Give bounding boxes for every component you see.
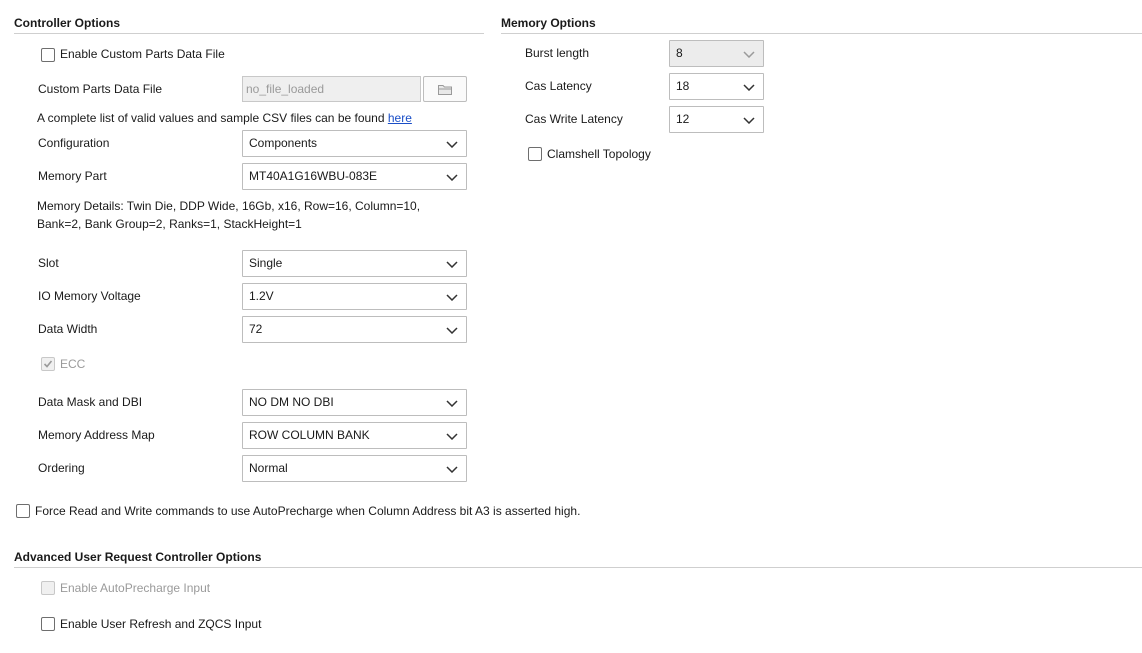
chevron-down-icon (446, 327, 458, 334)
data-width-value: 72 (249, 322, 263, 336)
chevron-down-icon (446, 400, 458, 407)
io-voltage-value: 1.2V (249, 289, 274, 303)
ordering-select[interactable]: Normal (242, 455, 467, 482)
force-autoprecharge-label: Force Read and Write commands to use Aut… (35, 504, 581, 518)
memory-part-label: Memory Part (38, 169, 107, 183)
controller-options-title: Controller Options (14, 16, 120, 30)
folder-icon (438, 85, 452, 95)
enable-custom-parts-checkbox[interactable] (41, 48, 55, 62)
chevron-down-icon (743, 117, 755, 124)
ordering-label: Ordering (38, 461, 85, 475)
cas-latency-select[interactable]: 18 (669, 73, 764, 100)
cas-write-latency-value: 12 (676, 112, 690, 126)
slot-label: Slot (38, 256, 59, 270)
chevron-down-icon (743, 84, 755, 91)
csv-info-label: A complete list of valid values and samp… (37, 111, 388, 125)
configuration-select[interactable]: Components (242, 130, 467, 157)
custom-parts-label: Custom Parts Data File (38, 82, 163, 96)
clamshell-label: Clamshell Topology (547, 147, 651, 161)
ecc-checkbox (41, 357, 55, 371)
ecc-label: ECC (60, 357, 86, 371)
enable-refresh-checkbox[interactable] (41, 617, 55, 631)
browse-button[interactable] (423, 76, 467, 102)
ordering-value: Normal (249, 461, 288, 475)
enable-refresh-label: Enable User Refresh and ZQCS Input (60, 617, 262, 631)
data-width-label: Data Width (38, 322, 98, 336)
address-map-select[interactable]: ROW COLUMN BANK (242, 422, 467, 449)
configuration-label: Configuration (38, 136, 110, 150)
force-autoprecharge-checkbox[interactable] (16, 504, 30, 518)
enable-custom-parts-label: Enable Custom Parts Data File (60, 47, 225, 61)
memory-details-line2: Bank=2, Bank Group=2, Ranks=1, StackHeig… (37, 217, 302, 231)
chevron-down-icon (446, 174, 458, 181)
enable-autoprecharge-label: Enable AutoPrecharge Input (60, 581, 211, 595)
chevron-down-icon (446, 294, 458, 301)
clamshell-checkbox[interactable] (528, 147, 542, 161)
chevron-down-icon (446, 261, 458, 268)
data-mask-select[interactable]: NO DM NO DBI (242, 389, 467, 416)
slot-select[interactable]: Single (242, 250, 467, 277)
csv-info-text: A complete list of valid values and samp… (37, 111, 412, 125)
chevron-down-icon (446, 466, 458, 473)
chevron-down-icon (743, 51, 755, 58)
memory-options-divider (501, 33, 1142, 34)
burst-length-value: 8 (676, 46, 683, 60)
check-icon (43, 360, 53, 368)
advanced-options-divider (14, 567, 1142, 568)
io-voltage-label: IO Memory Voltage (38, 289, 141, 303)
cas-latency-label: Cas Latency (525, 79, 592, 93)
csv-info-link[interactable]: here (388, 111, 412, 125)
custom-parts-file-field[interactable]: no_file_loaded (242, 76, 421, 102)
memory-options-title: Memory Options (501, 16, 596, 30)
address-map-label: Memory Address Map (38, 428, 155, 442)
memory-part-select[interactable]: MT40A1G16WBU-083E (242, 163, 467, 190)
slot-value: Single (249, 256, 283, 270)
burst-length-label: Burst length (525, 46, 590, 60)
data-mask-value: NO DM NO DBI (249, 395, 334, 409)
enable-autoprecharge-checkbox (41, 581, 55, 595)
memory-details: Memory Details: Twin Die, DDP Wide, 16Gb… (37, 197, 420, 233)
controller-options-divider (14, 33, 484, 34)
cas-write-latency-label: Cas Write Latency (525, 112, 623, 126)
data-width-select[interactable]: 72 (242, 316, 467, 343)
configuration-value: Components (249, 136, 318, 150)
memory-details-line1: Memory Details: Twin Die, DDP Wide, 16Gb… (37, 199, 421, 213)
advanced-options-title: Advanced User Request Controller Options (14, 550, 262, 564)
chevron-down-icon (446, 433, 458, 440)
chevron-down-icon (446, 141, 458, 148)
burst-length-select: 8 (669, 40, 764, 67)
cas-write-latency-select[interactable]: 12 (669, 106, 764, 133)
io-voltage-select[interactable]: 1.2V (242, 283, 467, 310)
cas-latency-value: 18 (676, 79, 690, 93)
memory-part-value: MT40A1G16WBU-083E (249, 169, 378, 183)
data-mask-label: Data Mask and DBI (38, 395, 143, 409)
address-map-value: ROW COLUMN BANK (249, 428, 370, 442)
